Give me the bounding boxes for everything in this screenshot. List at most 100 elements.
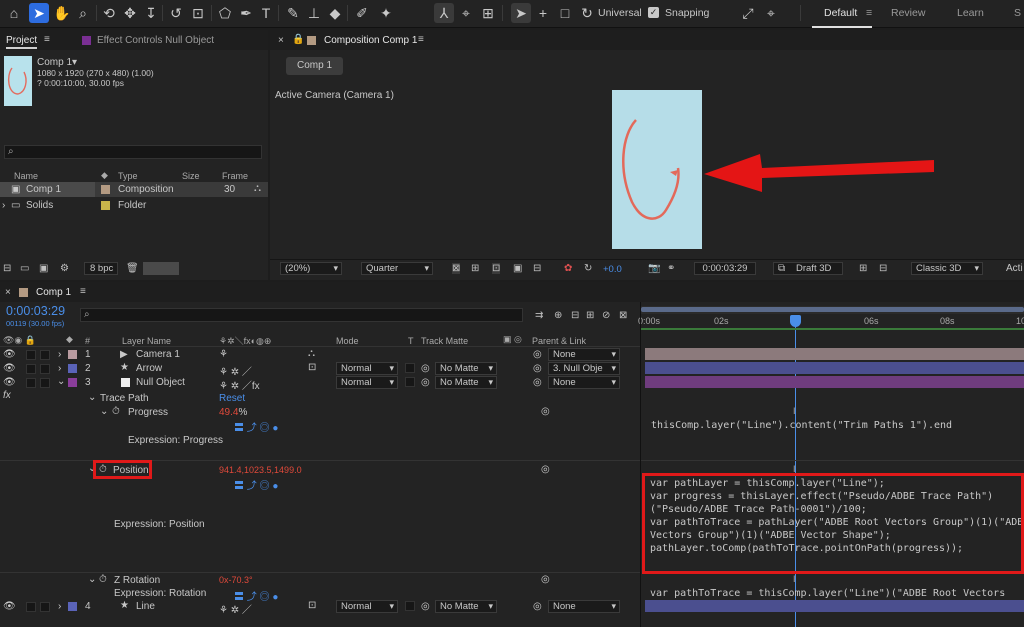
col-t[interactable]: T [408, 336, 414, 346]
3d-rotate-icon[interactable]: ↻ [577, 3, 597, 23]
resolution-dropdown[interactable]: Quarter [361, 262, 433, 275]
snap-options-icon[interactable]: ⤢ [738, 3, 758, 23]
snapping-checkbox[interactable]: ✓ [648, 7, 659, 18]
layer4-mode-dropdown[interactable]: Normal [336, 600, 398, 613]
layer2-track-matte-dropdown[interactable]: No Matte [435, 362, 497, 375]
layer2-parent-dropdown[interactable]: 3. Null Obje [548, 362, 620, 375]
layer3-duration-bar[interactable] [645, 376, 1024, 388]
progress-stopwatch-icon[interactable]: ⏱ [112, 406, 120, 417]
workspace-default[interactable]: Default [824, 7, 857, 19]
interpret-footage-icon[interactable]: ⊟ [3, 263, 11, 274]
draft-3d-timeline-icon[interactable]: ⊕ [554, 310, 562, 321]
extended-viewer-icon[interactable]: ⊟ [879, 263, 887, 274]
progress-value[interactable]: 49.4 [219, 407, 238, 418]
layer4-pickwhip-icon[interactable]: ◎ [533, 601, 542, 612]
comp-info-name[interactable]: Comp 1▾ [37, 57, 77, 68]
layer2-3d-icon[interactable]: ⊡ [308, 362, 316, 373]
view-dropdown[interactable]: Acti [1006, 263, 1023, 274]
3d-select-icon[interactable]: ➤ [511, 3, 531, 23]
col-track-matte[interactable]: Track Matte [421, 336, 468, 346]
shy-icon[interactable]: ⊟ [571, 310, 579, 321]
close-tab-icon[interactable]: × [278, 35, 284, 46]
layer3-collapse-icon[interactable]: ⌄ [57, 376, 65, 387]
channel-icon[interactable]: ✿ [564, 263, 572, 274]
col-mode[interactable]: Mode [336, 336, 359, 346]
layer2-switches-icon[interactable]: ⚘ ✲ ／ [219, 363, 252, 378]
label-col-icon[interactable]: ◆ [101, 170, 108, 181]
layer4-duration-bar[interactable] [645, 600, 1024, 612]
col-type[interactable]: Type [118, 171, 138, 181]
reset-exposure-icon[interactable]: ↻ [584, 263, 592, 274]
reset-effect-link[interactable]: Reset [219, 393, 245, 404]
layer1-parent-dropdown[interactable]: None [548, 348, 620, 361]
layer2-mode-dropdown[interactable]: Normal [336, 362, 398, 375]
comp-subtab[interactable]: Comp 1 [286, 57, 343, 75]
layer4-track-matte-dropdown[interactable]: No Matte [435, 600, 497, 613]
workspace-review[interactable]: Review [891, 7, 925, 19]
layer4-expand-icon[interactable]: › [58, 601, 61, 612]
snap-settings-icon[interactable]: ⌖ [761, 3, 781, 23]
frame-blending-icon[interactable]: ⊞ [586, 310, 594, 321]
workspace-menu-icon[interactable]: ≡ [866, 7, 872, 19]
new-comp-icon[interactable]: ▣ [39, 263, 48, 274]
snapping-label[interactable]: Snapping [665, 7, 709, 19]
renderer-dropdown[interactable]: Classic 3D [911, 262, 983, 275]
layer4-parent-dropdown[interactable]: None [548, 600, 620, 613]
layer4-visibility-icon[interactable]: 👁 [3, 601, 16, 612]
3d-axis-icon[interactable]: ⅄ [434, 3, 454, 23]
home-icon[interactable]: ⌂ [4, 3, 24, 23]
roto-brush-icon[interactable]: ✐ [352, 3, 372, 23]
col-parent[interactable]: Parent & Link [532, 336, 586, 346]
expr-progress-code[interactable]: thisComp.layer("Line").content("Trim Pat… [651, 420, 952, 431]
project-item-comp-name[interactable]: Comp 1 [26, 184, 61, 195]
shape-tool-icon[interactable]: ⬠ [215, 3, 235, 23]
expr-rotation-code[interactable]: var pathToTrace = thisComp.layer("Line")… [650, 588, 1005, 599]
layer1-pickwhip-icon[interactable]: ◎ [533, 349, 542, 360]
layer3-label-swatch[interactable] [68, 378, 77, 387]
position-expr-controls-icon[interactable]: 〓 ⤴ ◎ ● [234, 477, 278, 492]
progress-value-group[interactable]: 49.4% [219, 407, 247, 418]
flowchart-icon[interactable]: ⛬ [254, 183, 261, 194]
universal-label[interactable]: Universal [598, 7, 642, 19]
snapshot-icon[interactable]: 📷 [648, 263, 660, 274]
graph-editor-icon[interactable]: ⊠ [619, 310, 627, 321]
comp-flowchart-icon[interactable]: ⇉ [535, 310, 543, 321]
layer3-track-matte-dropdown[interactable]: No Matte [435, 376, 497, 389]
layer2-label-swatch[interactable] [68, 364, 77, 373]
project-menu-icon[interactable]: ≡ [44, 34, 50, 45]
clone-stamp-icon[interactable]: ⊥ [304, 3, 324, 23]
progress-collapse-icon[interactable]: ⌄ [100, 406, 108, 417]
transparency-grid-icon[interactable]: ⊞ [471, 263, 479, 274]
layer4-label-swatch[interactable] [68, 602, 77, 611]
layer3-parent-dropdown[interactable]: None [548, 376, 620, 389]
layer2-duration-bar[interactable] [645, 362, 1024, 374]
layer1-duration-bar[interactable] [645, 348, 1024, 360]
layer1-shy-icon[interactable]: ⚘ [219, 349, 228, 360]
timeline-search-input[interactable]: ⌕ [80, 308, 523, 322]
work-area-range[interactable] [641, 307, 1024, 312]
lock-icon[interactable]: 🔒 [292, 34, 304, 45]
folder-expand-icon[interactable]: › [2, 200, 5, 211]
workspace-more[interactable]: S [1014, 7, 1021, 19]
tab-composition[interactable]: Composition Comp 1 [324, 35, 417, 46]
type-tool-icon[interactable]: T [256, 3, 276, 23]
progress-expr-controls-icon[interactable]: 〓 ⤴ ◎ ● [234, 419, 278, 434]
project-item-solids-name[interactable]: Solids [26, 200, 53, 211]
show-snapshot-icon[interactable]: ⚭ [667, 263, 675, 274]
pan-camera-icon[interactable]: ✥ [120, 3, 140, 23]
rotate-tool-icon[interactable]: ↺ [166, 3, 186, 23]
layer1-label-swatch[interactable] [68, 350, 77, 359]
layer4-3d-icon[interactable]: ⊡ [308, 600, 316, 611]
col-size[interactable]: Size [182, 171, 200, 181]
selection-tool-icon[interactable]: ➤ [29, 3, 49, 23]
fast-preview-icon[interactable]: ⊠ [452, 263, 461, 274]
orbit-camera-icon[interactable]: ⟲ [99, 3, 119, 23]
3d-scale-icon[interactable]: □ [555, 3, 575, 23]
puppet-pin-icon[interactable]: ✦ [376, 3, 396, 23]
comp-timecode[interactable]: 0:00:03:29 [694, 262, 756, 275]
layer2-visibility-icon[interactable]: 👁 [3, 363, 16, 374]
layer1-visibility-icon[interactable]: 👁 [3, 349, 16, 360]
timeline-timecode[interactable]: 0:00:03:29 [6, 304, 65, 318]
layer2-name[interactable]: Arrow [136, 363, 162, 374]
layer2-pickwhip-icon[interactable]: ◎ [533, 363, 542, 374]
